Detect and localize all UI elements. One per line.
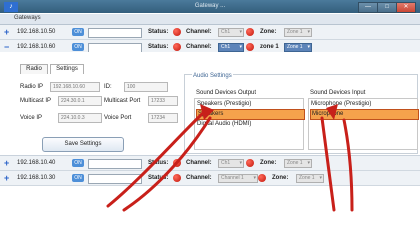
arrow-to-input-left [320, 116, 336, 212]
arrow-to-output-left [106, 110, 206, 208]
arrow-to-input-right [342, 118, 354, 212]
arrowhead-output [200, 104, 214, 120]
arrowhead-input [326, 104, 338, 120]
annotation-arrows [106, 104, 354, 212]
arrow-to-output-right [122, 116, 212, 212]
